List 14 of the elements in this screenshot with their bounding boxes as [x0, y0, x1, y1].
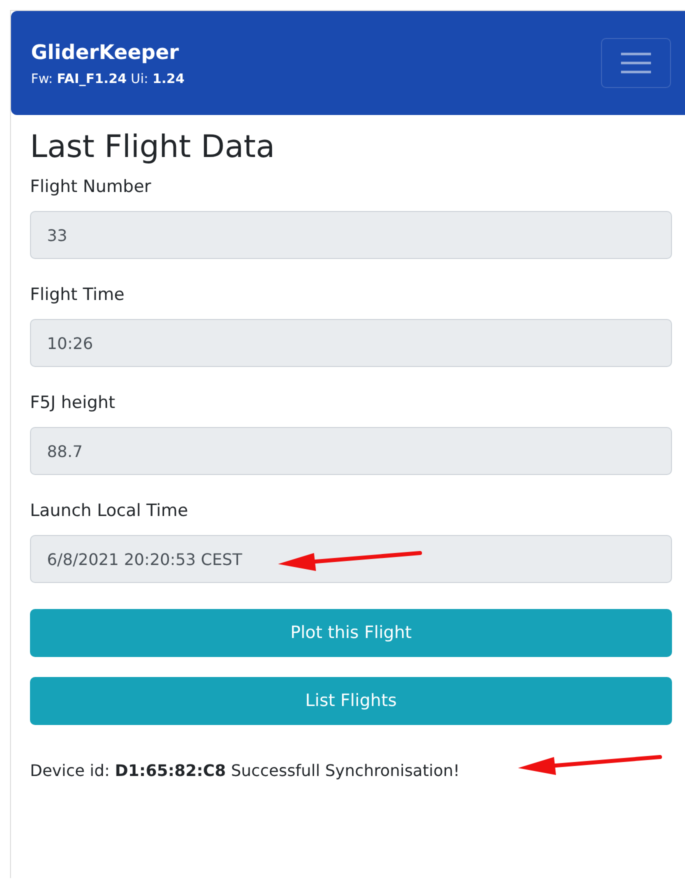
input-field[interactable]: 6/8/2021 20:20:53 CEST	[30, 535, 672, 583]
version-text: Fw: FAI_F1.24 Ui: 1.24	[31, 72, 185, 86]
menu-icon	[620, 51, 652, 75]
input-field[interactable]: 88.7	[30, 427, 672, 475]
app-title: GliderKeeper	[31, 40, 180, 64]
field-label: Flight Number	[30, 177, 152, 197]
page-heading: Last Flight Data	[30, 129, 276, 165]
input-field[interactable]: 33	[30, 211, 672, 259]
field-label: Flight Time	[30, 285, 126, 305]
input-field[interactable]: 10:26	[30, 319, 672, 367]
status-message: Device id: D1:65:82:C8 Successfull Synchronisation!	[30, 761, 460, 780]
field-label: Launch Local Time	[30, 501, 190, 521]
menu-button[interactable]	[601, 38, 671, 88]
field-label: F5J height	[30, 393, 116, 413]
